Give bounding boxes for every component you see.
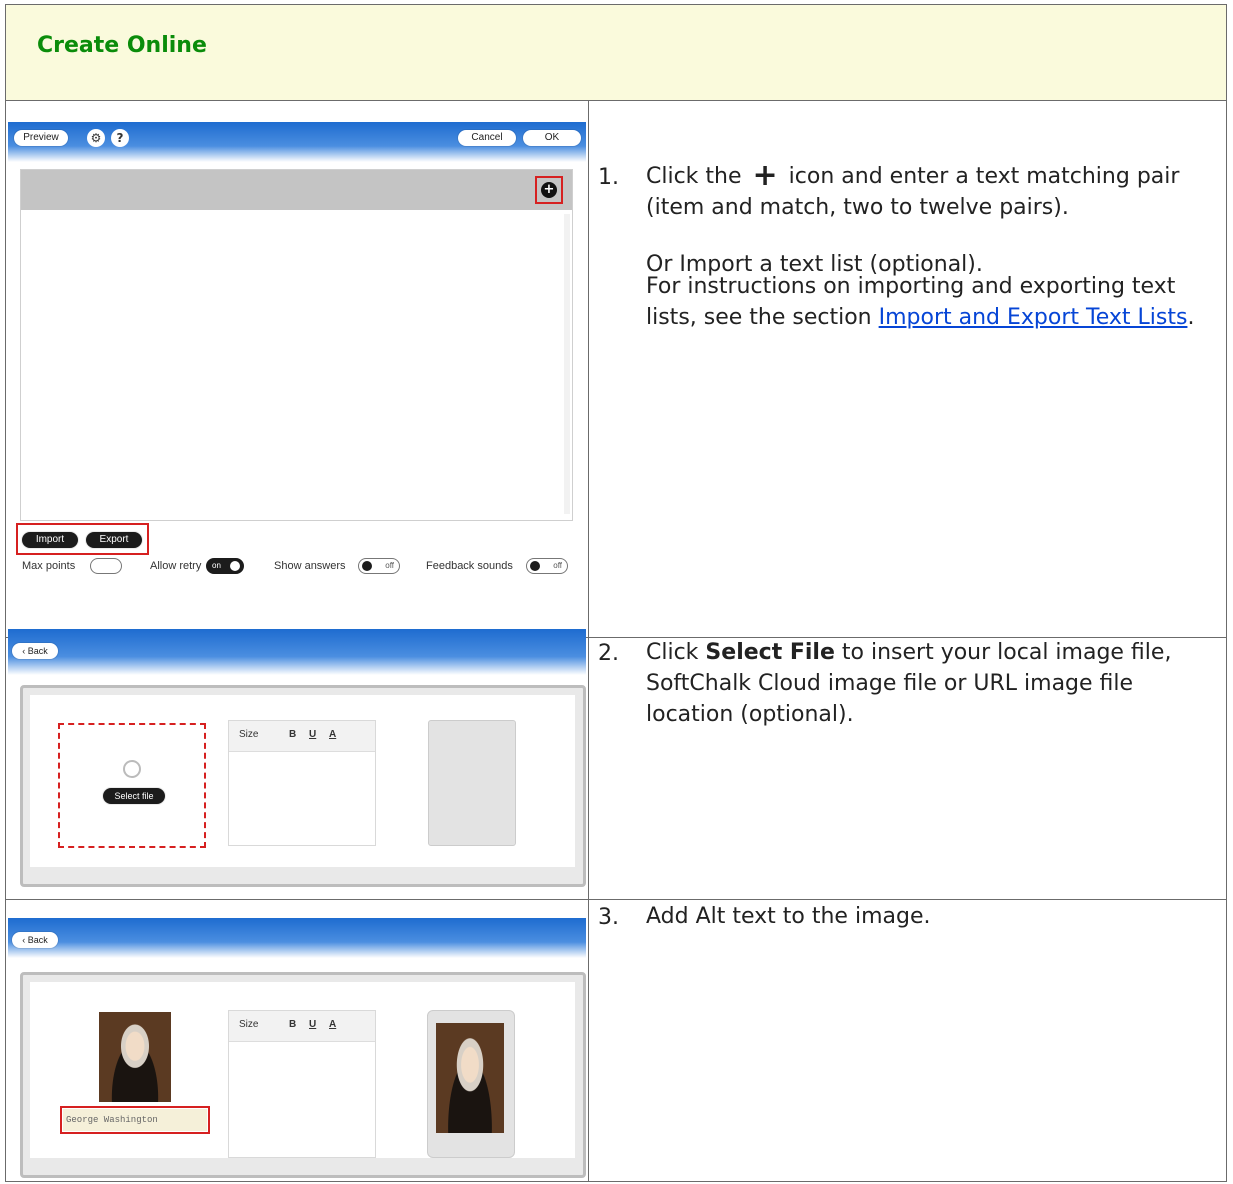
toggle-knob [530, 561, 540, 571]
back-label: Back [27, 646, 48, 656]
title-row: Create Online [6, 5, 1226, 101]
item-frame: George Washington Size B U A [20, 972, 586, 1178]
feedback-sounds-label: Feedback sounds [426, 560, 513, 572]
underline-button[interactable]: U [309, 1019, 316, 1030]
portrait-image [436, 1023, 504, 1133]
alt-text-input[interactable]: George Washington [63, 1109, 207, 1131]
image-placeholder-icon [123, 760, 141, 778]
back-label: Back [27, 935, 48, 945]
text-editor-panel[interactable]: Size B U A [228, 720, 376, 846]
step-1-instructions: For instructions on importing and export… [646, 271, 1224, 333]
import-button[interactable]: Import [22, 532, 78, 548]
pairs-header [21, 170, 572, 210]
step-number: 3. [598, 905, 619, 930]
select-file-button[interactable]: Select file [103, 788, 165, 804]
match-card-preview [427, 1010, 515, 1158]
step-1-before: Click the [646, 164, 742, 189]
matching-editor-screenshot: Preview ⚙ ? Cancel OK + Import Export Ma… [8, 122, 586, 582]
help-icon[interactable]: ? [111, 129, 129, 147]
max-points-field[interactable] [90, 558, 122, 574]
item-canvas: Select file Size B U A [30, 695, 575, 867]
gear-icon[interactable]: ⚙ [87, 129, 105, 147]
step-number: 1. [598, 165, 619, 190]
allow-retry-toggle[interactable]: on [206, 558, 244, 574]
font-color-button[interactable]: A [329, 1019, 336, 1030]
toggle-state: off [385, 561, 394, 570]
link-period: . [1187, 305, 1195, 330]
section-title: Create Online [37, 33, 207, 58]
bold-button[interactable]: B [289, 729, 296, 740]
image-drop-zone[interactable] [58, 723, 206, 848]
portrait-image [99, 1012, 171, 1102]
column-divider [588, 100, 589, 1181]
import-export-link[interactable]: Import and Export Text Lists [879, 305, 1188, 330]
step-1-text: Click the + icon and enter a text matchi… [646, 161, 1224, 223]
step-3-text: Add Alt text to the image. [646, 904, 931, 929]
allow-retry-label: Allow retry [150, 560, 202, 572]
toggle-knob [230, 561, 240, 571]
bold-button[interactable]: B [289, 1019, 296, 1030]
plus-icon: + [752, 158, 778, 193]
toggle-state: off [553, 561, 562, 570]
back-button[interactable]: ‹ Back [12, 932, 58, 948]
preview-button[interactable]: Preview [14, 130, 68, 146]
show-answers-toggle[interactable]: off [358, 558, 400, 574]
back-toolbar [8, 918, 586, 958]
select-file-bold: Select File [705, 640, 835, 665]
back-toolbar [8, 629, 586, 675]
alt-text-screenshot: ‹ Back George Washington Size B U A [8, 918, 586, 1180]
step-2-before: Click [646, 640, 699, 665]
toggle-state: on [212, 561, 221, 570]
match-card-preview [428, 720, 516, 846]
size-dropdown[interactable]: Size [239, 729, 258, 740]
feedback-sounds-toggle[interactable]: off [526, 558, 568, 574]
underline-button[interactable]: U [309, 729, 316, 740]
ok-button[interactable]: OK [523, 130, 581, 146]
row-divider [6, 899, 1226, 900]
text-editor-panel[interactable]: Size B U A [228, 1010, 376, 1158]
size-dropdown[interactable]: Size [239, 1019, 258, 1030]
font-color-button[interactable]: A [329, 729, 336, 740]
cancel-button[interactable]: Cancel [458, 130, 516, 146]
item-canvas: George Washington Size B U A [30, 982, 575, 1158]
document-table: Create Online 1. Click the + icon and en… [5, 4, 1227, 1182]
scrollbar[interactable] [564, 214, 570, 514]
pairs-list-panel: + [20, 169, 573, 521]
step-number: 2. [598, 641, 619, 666]
show-answers-label: Show answers [274, 560, 346, 572]
export-button[interactable]: Export [86, 532, 142, 548]
step-2-text: Click Select File to insert your local i… [646, 637, 1224, 730]
back-button[interactable]: ‹ Back [12, 643, 58, 659]
max-points-label: Max points [22, 560, 76, 572]
add-pair-icon[interactable]: + [541, 182, 557, 198]
item-frame: Select file Size B U A [20, 685, 586, 887]
toggle-knob [362, 561, 372, 571]
select-file-screenshot: ‹ Back Select file Size B U A [8, 629, 586, 889]
